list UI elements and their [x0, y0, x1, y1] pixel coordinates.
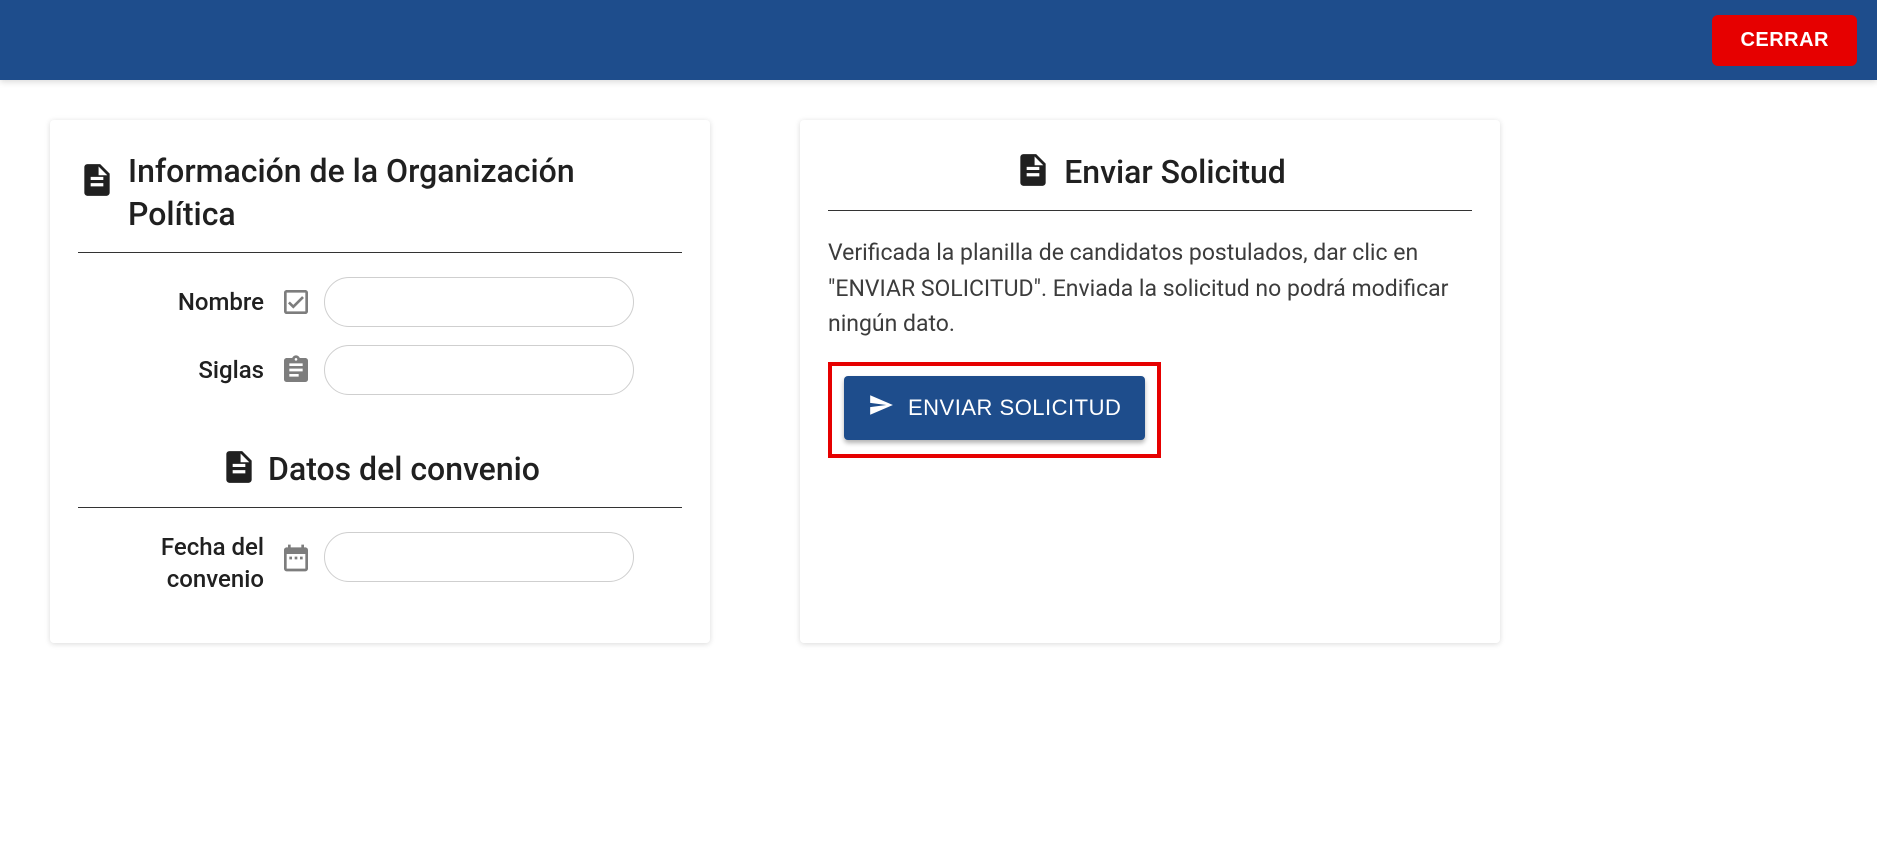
siglas-row: Siglas	[78, 345, 682, 395]
nombre-label: Nombre	[78, 287, 278, 318]
calendar-icon	[278, 542, 314, 574]
nombre-input[interactable]	[324, 277, 634, 327]
fecha-row: Fecha del convenio	[78, 532, 682, 594]
clipboard-icon	[278, 354, 314, 386]
convenio-header: Datos del convenio	[78, 413, 682, 508]
org-info-card: Información de la Organización Política …	[50, 120, 710, 643]
top-bar: CERRAR	[0, 0, 1877, 80]
document-icon	[78, 160, 116, 204]
submit-label: ENVIAR SOLICITUD	[908, 395, 1121, 421]
submit-header: Enviar Solicitud	[828, 140, 1472, 211]
org-info-header: Información de la Organización Política	[78, 140, 682, 253]
document-icon	[1014, 150, 1052, 194]
close-button[interactable]: CERRAR	[1712, 15, 1857, 66]
submit-card: Enviar Solicitud Verificada la planilla …	[800, 120, 1500, 643]
fecha-input[interactable]	[324, 532, 634, 582]
instruction-text: Verificada la planilla de candidatos pos…	[828, 235, 1472, 342]
fecha-label: Fecha del convenio	[78, 532, 278, 594]
submit-title: Enviar Solicitud	[1064, 153, 1286, 191]
convenio-title: Datos del convenio	[268, 450, 540, 488]
send-icon	[868, 392, 894, 424]
checkbox-icon	[278, 286, 314, 318]
submit-button[interactable]: ENVIAR SOLICITUD	[844, 376, 1145, 440]
siglas-label: Siglas	[78, 355, 278, 386]
main-content: Información de la Organización Política …	[0, 80, 1877, 683]
document-icon	[220, 447, 258, 491]
highlight-box: ENVIAR SOLICITUD	[828, 362, 1161, 458]
siglas-input[interactable]	[324, 345, 634, 395]
org-info-title: Información de la Organización Política	[128, 150, 682, 236]
nombre-row: Nombre	[78, 277, 682, 327]
